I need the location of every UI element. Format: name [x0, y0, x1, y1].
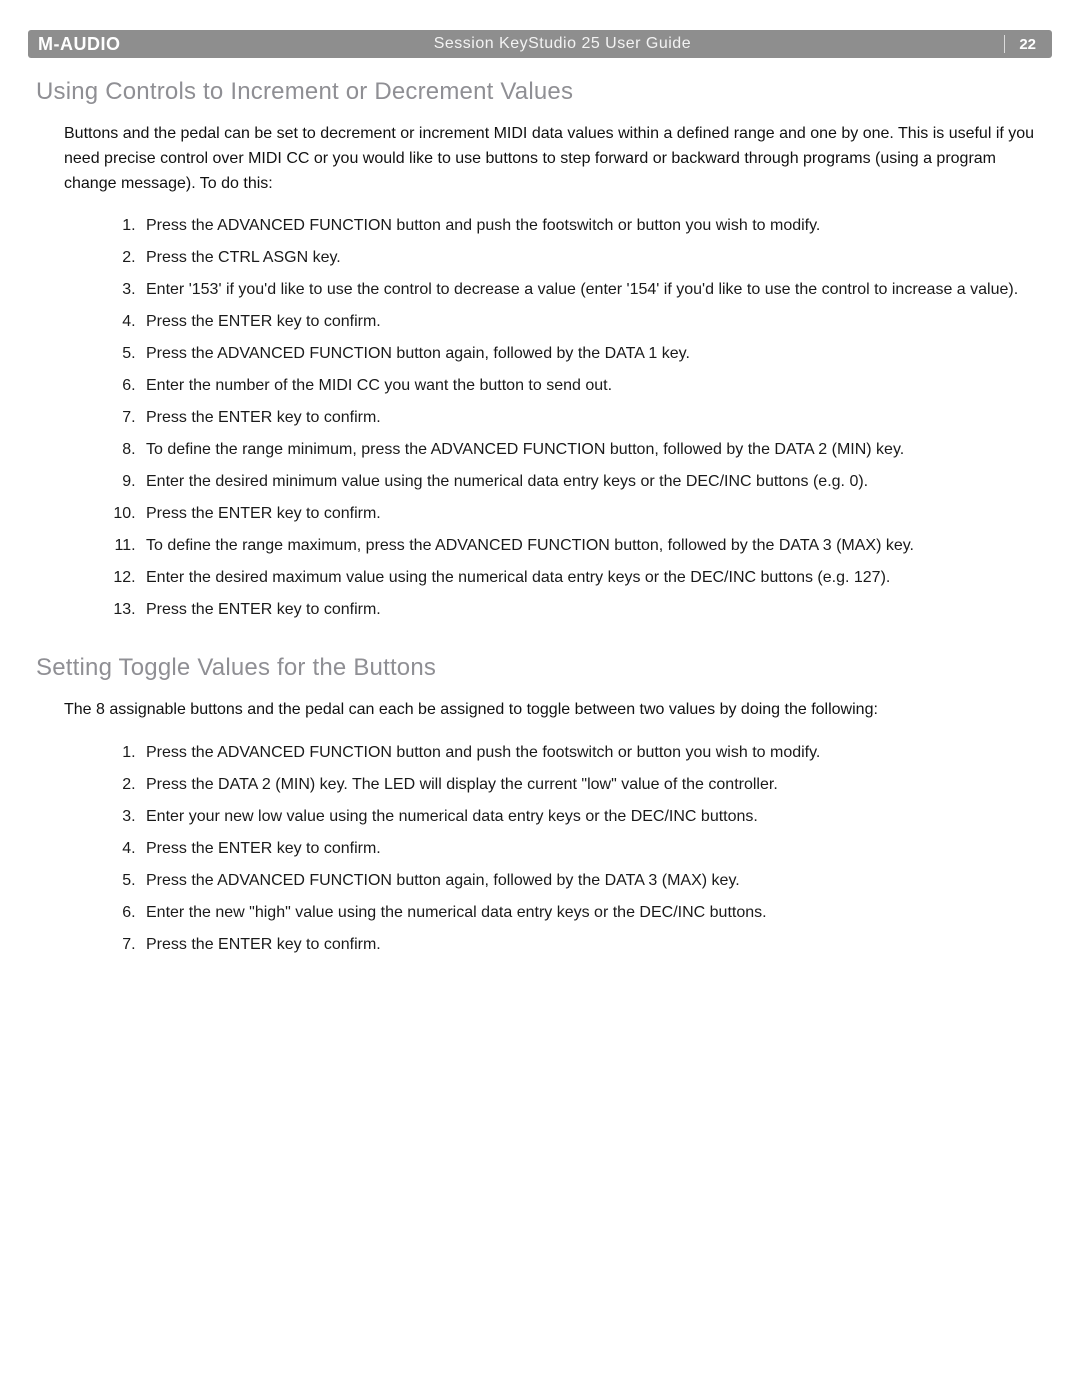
list-item: Press the ADVANCED FUNCTION button and p…: [140, 210, 1044, 242]
list-item: Press the ADVANCED FUNCTION button again…: [140, 865, 1044, 897]
section1-heading: Using Controls to Increment or Decrement…: [36, 78, 1044, 106]
section2-intro: The 8 assignable buttons and the pedal c…: [64, 698, 1044, 723]
list-item: To define the range minimum, press the A…: [140, 434, 1044, 466]
list-item: Enter the desired minimum value using th…: [140, 466, 1044, 498]
list-item: Press the ENTER key to confirm.: [140, 594, 1044, 626]
page-root: M-AUDIO Session KeyStudio 25 User Guide …: [0, 0, 1080, 1397]
section2-steps: Press the ADVANCED FUNCTION button and p…: [106, 737, 1044, 961]
section1-steps: Press the ADVANCED FUNCTION button and p…: [106, 210, 1044, 626]
list-item: Enter the number of the MIDI CC you want…: [140, 370, 1044, 402]
section2-heading: Setting Toggle Values for the Buttons: [36, 654, 1044, 682]
content-area: Using Controls to Increment or Decrement…: [28, 58, 1052, 961]
list-item: Press the ENTER key to confirm.: [140, 833, 1044, 865]
list-item: Press the ENTER key to confirm.: [140, 498, 1044, 530]
list-item: Press the ENTER key to confirm.: [140, 402, 1044, 434]
header-divider: [1004, 35, 1005, 53]
list-item: Enter the desired maximum value using th…: [140, 562, 1044, 594]
list-item: Press the ENTER key to confirm.: [140, 929, 1044, 961]
list-item: Press the ADVANCED FUNCTION button again…: [140, 338, 1044, 370]
page-number: 22: [1019, 36, 1036, 53]
list-item: Press the CTRL ASGN key.: [140, 242, 1044, 274]
list-item: Enter '153' if you'd like to use the con…: [140, 274, 1044, 306]
page-number-wrap: 22: [1004, 35, 1036, 53]
list-item: Press the ENTER key to confirm.: [140, 306, 1044, 338]
list-item: To define the range maximum, press the A…: [140, 530, 1044, 562]
list-item: Press the DATA 2 (MIN) key. The LED will…: [140, 769, 1044, 801]
header-bar: M-AUDIO Session KeyStudio 25 User Guide …: [28, 30, 1052, 58]
list-item: Enter your new low value using the numer…: [140, 801, 1044, 833]
list-item: Press the ADVANCED FUNCTION button and p…: [140, 737, 1044, 769]
section1-intro: Buttons and the pedal can be set to decr…: [64, 122, 1044, 196]
list-item: Enter the new "high" value using the num…: [140, 897, 1044, 929]
document-title: Session KeyStudio 25 User Guide: [121, 35, 1005, 53]
section2: Setting Toggle Values for the Buttons Th…: [36, 654, 1044, 961]
brand-logo: M-AUDIO: [38, 34, 121, 55]
